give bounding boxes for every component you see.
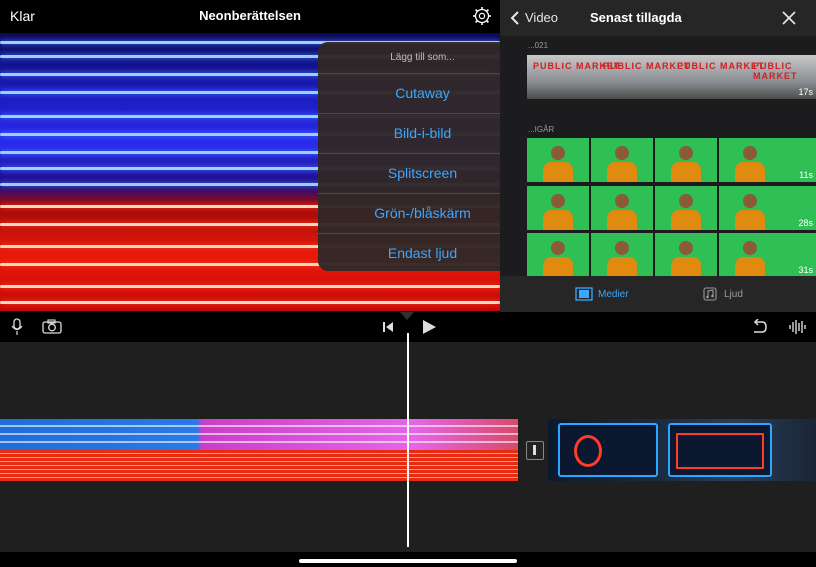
back-button[interactable]: Video	[525, 10, 558, 25]
clip-thumbnail[interactable]: PUBLIC MARKET PUBLIC MARKET PUBLIC MARKE…	[527, 55, 816, 99]
home-indicator[interactable]	[299, 559, 517, 563]
clip-duration: 11s	[799, 170, 813, 180]
clip-thumbnail[interactable]	[527, 138, 589, 182]
skip-to-start-icon[interactable]	[382, 321, 394, 333]
project-title: Neonberättelsen	[199, 8, 301, 23]
section-label: ...021	[528, 41, 549, 50]
menu-item-audio-only[interactable]: Endast ljud	[318, 233, 527, 271]
tab-audio[interactable]: Ljud	[724, 289, 743, 300]
gear-icon[interactable]	[472, 6, 492, 26]
clip-duration: 17s	[798, 87, 813, 97]
timeline-clip-neon-red[interactable]	[0, 450, 518, 481]
clip-thumbnail[interactable]	[591, 186, 653, 230]
chevron-left-icon[interactable]	[509, 10, 521, 26]
popover-title: Lägg till som...	[390, 52, 455, 63]
menu-item-cutaway[interactable]: Cutaway	[318, 73, 527, 113]
play-icon[interactable]	[421, 319, 437, 335]
clip-thumbnail[interactable]	[527, 186, 589, 230]
media-browser-title: Senast tillagda	[590, 10, 682, 25]
clip-sign-text: PUBLIC MARKET	[677, 61, 765, 71]
music-note-icon[interactable]	[703, 287, 717, 301]
clip-duration: 31s	[798, 265, 813, 275]
menu-item-picture-in-picture[interactable]: Bild-i-bild	[318, 113, 527, 153]
clip-thumbnail[interactable]	[655, 138, 717, 182]
clip-thumbnail[interactable]: 11s	[719, 138, 816, 182]
audio-waveform-icon[interactable]	[788, 318, 806, 336]
clip-thumbnail[interactable]	[655, 233, 717, 277]
media-browser-tabs	[500, 276, 816, 312]
close-icon[interactable]	[782, 11, 796, 25]
clip-thumbnail[interactable]: 31s	[719, 233, 816, 277]
add-as-popover: Lägg till som... Cutaway Bild-i-bild Spl…	[318, 42, 527, 271]
clip-thumbnail[interactable]	[655, 186, 717, 230]
menu-item-split-screen[interactable]: Splitscreen	[318, 153, 527, 193]
popover-caret	[400, 312, 414, 320]
playhead[interactable]	[407, 333, 409, 547]
clip-duration: 28s	[798, 218, 813, 228]
camera-icon[interactable]	[42, 319, 62, 334]
clip-thumbnail[interactable]	[591, 233, 653, 277]
section-label: ...IGÅR	[528, 125, 555, 134]
clip-thumbnail[interactable]: 28s	[719, 186, 816, 230]
film-icon[interactable]	[575, 287, 593, 301]
clip-sign-text: PUBLIC MARKET	[753, 61, 798, 81]
menu-item-green-blue-screen[interactable]: Grön-/blåskärm	[318, 193, 527, 233]
clip-thumbnail[interactable]	[591, 138, 653, 182]
transition-icon[interactable]	[526, 441, 544, 460]
tab-media[interactable]: Medier	[598, 289, 629, 300]
timeline-clip-open-sign[interactable]	[548, 419, 816, 481]
microphone-icon[interactable]	[11, 318, 23, 336]
clip-thumbnail[interactable]	[527, 233, 589, 277]
undo-icon[interactable]	[750, 319, 768, 335]
